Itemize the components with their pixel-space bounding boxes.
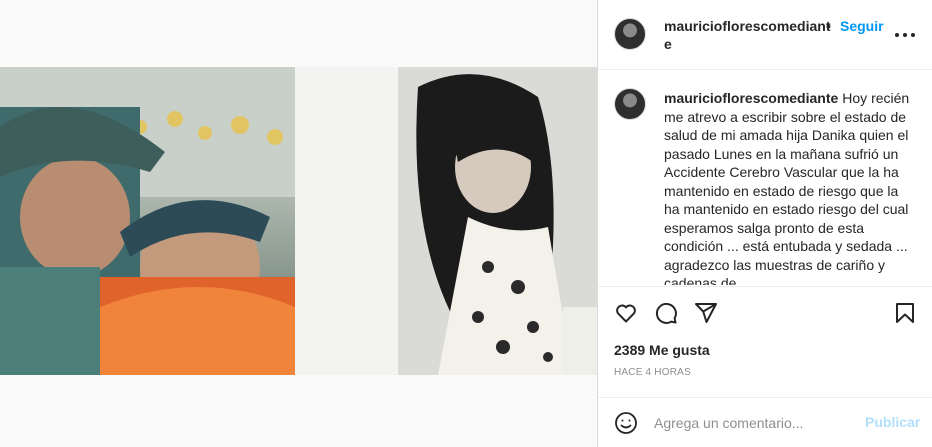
action-bar: [598, 286, 932, 336]
post-photo-gap: [295, 67, 398, 375]
publish-button[interactable]: Publicar: [865, 414, 920, 430]
share-icon[interactable]: [694, 301, 718, 325]
header-username[interactable]: mauriciofloresc​omediante: [664, 17, 834, 53]
caption-username[interactable]: mauriciofloresc​omediante: [664, 90, 838, 106]
comments-section[interactable]: mauriciofloresc​omediante Hoy recién me a…: [598, 71, 932, 285]
comment-input[interactable]: [654, 413, 854, 433]
comments-scroll-handle[interactable]: [582, 271, 612, 301]
emoji-icon[interactable]: [614, 411, 638, 435]
bookmark-icon[interactable]: [893, 301, 917, 325]
caption-text: Hoy recién me atrevo a escribir sobre el…: [664, 90, 910, 285]
avatar[interactable]: [614, 18, 646, 50]
post-caption: mauriciofloresc​omediante Hoy recién me a…: [664, 89, 914, 285]
likes-count[interactable]: 2389 Me gusta: [614, 342, 710, 358]
header-separator: •: [826, 18, 831, 34]
avatar[interactable]: [614, 88, 646, 120]
comment-form: Publicar: [598, 397, 932, 447]
post-photo-portrait: [398, 67, 597, 375]
follow-button[interactable]: Seguir: [840, 17, 884, 35]
post-photo-couple: [0, 67, 295, 375]
post-timestamp[interactable]: HACE 4 HORAS: [614, 367, 691, 378]
comment-icon[interactable]: [654, 301, 678, 325]
post-side-panel: mauriciofloresc​omediante • Seguir mauri…: [597, 0, 932, 447]
post-media: [0, 0, 597, 447]
heart-icon[interactable]: [614, 301, 638, 325]
post-header: mauriciofloresc​omediante • Seguir: [598, 0, 932, 70]
more-options-icon[interactable]: [895, 26, 915, 44]
